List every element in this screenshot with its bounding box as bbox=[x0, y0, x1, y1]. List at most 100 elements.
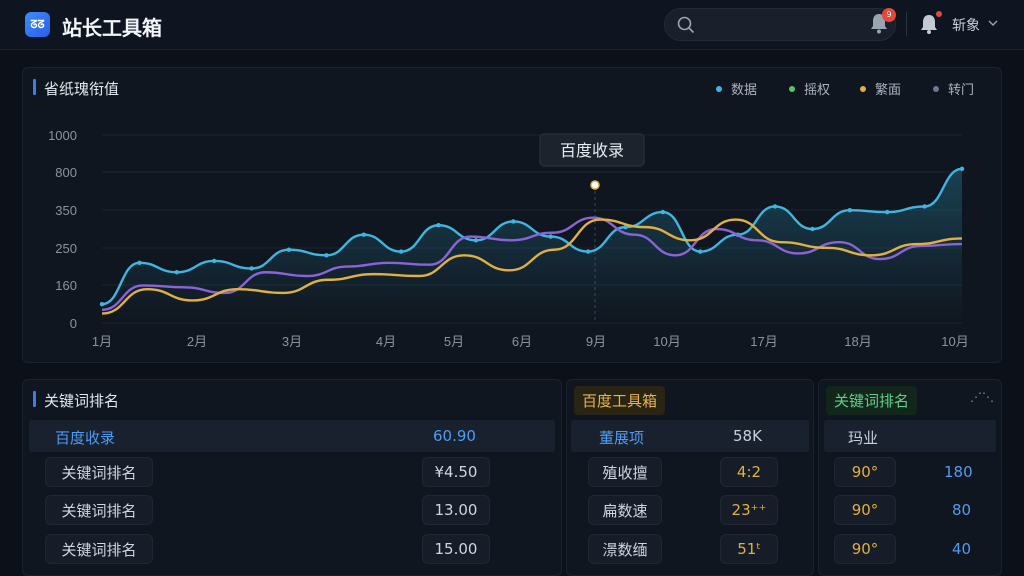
rank-chip[interactable]: 90° bbox=[834, 457, 896, 487]
data-point bbox=[847, 208, 853, 213]
metric-chip[interactable]: 殖收擅 bbox=[588, 457, 662, 487]
row-label: 90° bbox=[851, 501, 879, 519]
header-divider bbox=[906, 12, 907, 36]
logo-text: ᘔᘔ bbox=[30, 17, 45, 31]
x-tick-label: 4月 bbox=[376, 334, 396, 349]
data-point bbox=[959, 166, 965, 172]
row-value: 15.00 bbox=[434, 540, 478, 558]
data-point bbox=[361, 232, 366, 237]
value-chip: ¥4.50 bbox=[422, 457, 490, 487]
legend-dot bbox=[789, 85, 795, 92]
legend-item-2[interactable]: 摇权 bbox=[789, 79, 830, 98]
chevron-down-icon[interactable] bbox=[988, 19, 998, 27]
row-value: 180 bbox=[944, 463, 973, 481]
row-label: 90° bbox=[851, 463, 879, 481]
row-label: 扁数速 bbox=[602, 501, 648, 520]
data-point bbox=[885, 209, 890, 215]
legend-dot bbox=[933, 85, 939, 92]
legend-dot bbox=[716, 85, 722, 92]
row-value: 58K bbox=[733, 427, 762, 445]
x-tick-label: 5月 bbox=[444, 334, 464, 349]
x-tick-label: 17月 bbox=[750, 334, 777, 349]
row-value: 60.90 bbox=[433, 427, 476, 445]
keyword-chip[interactable]: 关键词排名 bbox=[45, 495, 153, 525]
keyword-panel-title: 关键词排名 bbox=[44, 392, 120, 410]
row-label: 90° bbox=[851, 540, 879, 558]
notification-badge: 9 bbox=[882, 8, 896, 22]
row-label: 关键词排名 bbox=[61, 540, 137, 559]
x-tick-label: 10月 bbox=[941, 334, 968, 349]
legend-label: 繁面 bbox=[875, 83, 902, 98]
data-point bbox=[398, 249, 404, 254]
column-header: 玛业 bbox=[848, 429, 879, 447]
table-header-row: 玛业 bbox=[824, 420, 996, 452]
rank-chip[interactable]: 90° bbox=[834, 495, 896, 525]
highlight-point bbox=[590, 180, 600, 190]
data-point bbox=[99, 302, 105, 307]
chart-title-accent bbox=[33, 79, 36, 95]
row-value: 13.00 bbox=[434, 501, 478, 519]
more-options-icon[interactable]: ⋰⋱ bbox=[970, 390, 994, 404]
legend-item-4[interactable]: 转门 bbox=[933, 79, 974, 98]
tooltip-text: 百度收录 bbox=[560, 141, 624, 160]
x-tick-label: 6月 bbox=[512, 334, 532, 349]
x-tick-label: 3月 bbox=[282, 334, 302, 349]
row-label: 澋数缅 bbox=[602, 540, 648, 559]
legend-label: 数据 bbox=[731, 83, 758, 98]
legend-item-1[interactable]: 数据 bbox=[716, 79, 757, 98]
legend-label: 转门 bbox=[948, 83, 975, 98]
x-tick-label: 18月 bbox=[844, 334, 871, 349]
chart-title: 省纸瑰衔值 bbox=[44, 80, 120, 98]
data-point bbox=[511, 219, 516, 224]
data-point bbox=[548, 234, 553, 239]
y-tick-label: 0 bbox=[70, 316, 77, 331]
value-chip: 51ᵗ bbox=[720, 534, 778, 564]
y-tick-label: 1000 bbox=[48, 128, 77, 143]
user-menu-name[interactable]: 斩象 bbox=[952, 15, 980, 35]
row-label: 百度收录 bbox=[55, 429, 116, 447]
x-tick-label: 2月 bbox=[187, 334, 207, 349]
value-chip: 15.00 bbox=[422, 534, 490, 564]
data-point bbox=[772, 204, 778, 209]
row-value: 80 bbox=[952, 501, 972, 519]
table-row[interactable]: 董展项 58K bbox=[571, 420, 809, 452]
row-label: 关键词排名 bbox=[61, 501, 137, 520]
keyword-chip[interactable]: 关键词排名 bbox=[45, 534, 153, 564]
data-point bbox=[211, 258, 217, 264]
legend-item-3[interactable]: 繁面 bbox=[860, 79, 901, 98]
value-chip: 13.00 bbox=[422, 495, 490, 525]
legend-label: 摇权 bbox=[804, 83, 831, 98]
row-value: ¥4.50 bbox=[434, 463, 478, 481]
legend-dot bbox=[860, 85, 866, 92]
row-value: 23⁺⁺ bbox=[731, 501, 767, 519]
table-row[interactable]: 百度收录 60.90 bbox=[29, 420, 555, 452]
series-area bbox=[102, 168, 962, 323]
search-box[interactable] bbox=[664, 8, 896, 41]
value-chip: 23⁺⁺ bbox=[720, 495, 778, 525]
metric-chip[interactable]: 扁数速 bbox=[588, 495, 662, 525]
rank-panel-title[interactable]: 关键词排名 bbox=[826, 386, 918, 415]
rank-chip[interactable]: 90° bbox=[834, 534, 896, 564]
row-label: 殖收擅 bbox=[602, 463, 648, 482]
y-tick-label: 250 bbox=[55, 241, 77, 256]
panel-title-accent bbox=[33, 391, 36, 407]
x-tick-label: 1月 bbox=[92, 334, 112, 349]
y-tick-label: 160 bbox=[55, 278, 77, 293]
row-value: 40 bbox=[952, 540, 972, 558]
metric-chip[interactable]: 澋数缅 bbox=[588, 534, 662, 564]
y-tick-label: 350 bbox=[55, 203, 77, 218]
data-point bbox=[286, 247, 292, 252]
x-tick-label: 9月 bbox=[586, 334, 606, 349]
keyword-chip[interactable]: 关键词排名 bbox=[45, 457, 153, 487]
data-point bbox=[698, 249, 703, 254]
line-chart: 1000 800 350 250 160 0 1月 2月 3月 4月 5月 6月 9月 10月 17月 18月… bbox=[48, 128, 969, 349]
search-input[interactable] bbox=[703, 13, 843, 37]
data-point bbox=[810, 226, 815, 232]
data-point bbox=[585, 249, 591, 254]
row-value: 4:2 bbox=[736, 463, 762, 481]
app-logo-icon[interactable]: ᘔᘔ bbox=[25, 12, 50, 37]
row-label: 董展项 bbox=[599, 429, 645, 447]
baidu-panel-title[interactable]: 百度工具箱 bbox=[574, 386, 666, 415]
alert-dot bbox=[936, 11, 942, 17]
app-title: 站长工具箱 bbox=[62, 16, 162, 40]
